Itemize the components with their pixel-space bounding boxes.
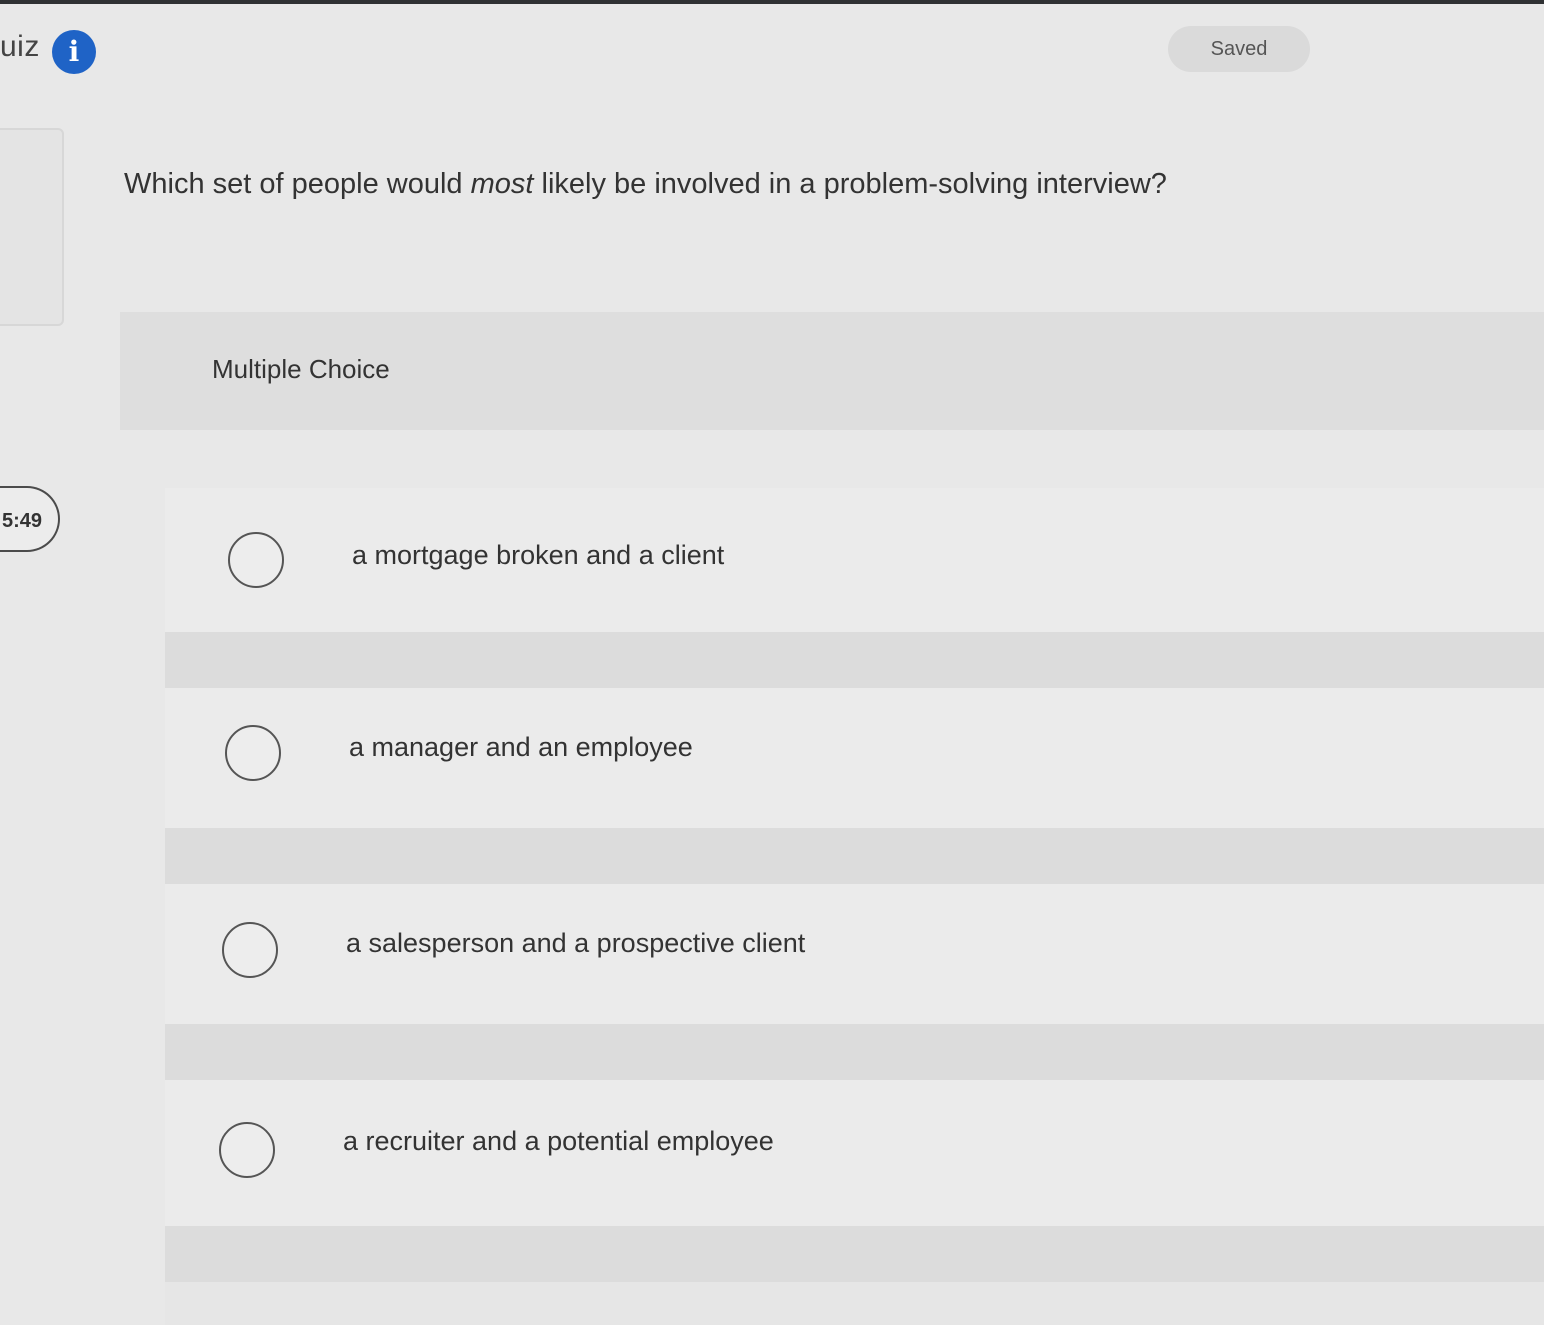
choice-divider: [165, 632, 1544, 688]
radio-button-2[interactable]: [225, 725, 281, 781]
timer-badge[interactable]: 5:49: [0, 486, 60, 552]
page-title: uiz: [0, 30, 40, 63]
choice-divider: [165, 1226, 1544, 1282]
side-panel: [0, 128, 64, 326]
choice-row-2[interactable]: [165, 688, 1544, 848]
answer-type-label: Multiple Choice: [212, 354, 390, 384]
choice-row-4[interactable]: [165, 1080, 1544, 1240]
question-text: Which set of people would most likely be…: [124, 168, 1167, 201]
question-text-end: likely be involved in a problem-solving …: [533, 168, 1167, 200]
choice-label-3[interactable]: a salesperson and a prospective client: [346, 928, 805, 959]
choice-label-4[interactable]: a recruiter and a potential employee: [343, 1126, 774, 1157]
info-icon[interactable]: i: [52, 30, 96, 74]
radio-button-1[interactable]: [228, 532, 284, 588]
question-text-start: Which set of people would: [124, 168, 471, 200]
saved-status-badge: Saved: [1168, 26, 1310, 72]
radio-button-4[interactable]: [219, 1122, 275, 1178]
choice-divider: [165, 1024, 1544, 1080]
radio-button-3[interactable]: [222, 922, 278, 978]
top-border: [0, 0, 1544, 4]
choice-divider: [165, 828, 1544, 884]
choice-label-1[interactable]: a mortgage broken and a client: [352, 540, 724, 571]
question-emphasis: most: [470, 168, 534, 200]
choice-row-3[interactable]: [165, 884, 1544, 1044]
choice-label-2[interactable]: a manager and an employee: [349, 732, 693, 763]
